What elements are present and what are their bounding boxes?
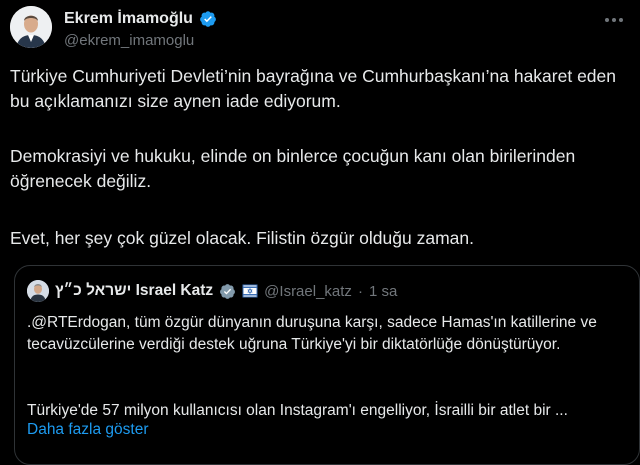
israel-flag-icon bbox=[242, 284, 258, 298]
tweet-header: Ekrem İmamoğlu @ekrem_imamoglu bbox=[10, 6, 630, 52]
quoted-tweet[interactable]: ישראל כ״ץ Israel Katz @Israel_katz · 1 s… bbox=[14, 265, 640, 465]
verified-badge-icon bbox=[200, 11, 216, 27]
gray-verified-badge-icon bbox=[220, 283, 236, 299]
tweet-paragraph: Evet, her şey çok güzel olacak. Filistin… bbox=[10, 228, 474, 248]
show-more-link[interactable]: Daha fazla göster bbox=[27, 421, 149, 439]
quoted-paragraph: Türkiye'de 57 milyon kullanıcısı olan In… bbox=[27, 402, 568, 419]
author-avatar[interactable] bbox=[10, 6, 52, 48]
more-options-icon[interactable] bbox=[602, 12, 626, 28]
quoted-author-avatar[interactable] bbox=[27, 280, 49, 302]
tweet-paragraph: Türkiye Cumhuriyeti Devleti’nin bayrağın… bbox=[10, 66, 617, 111]
quoted-timestamp[interactable]: 1 sa bbox=[369, 283, 397, 300]
quoted-tweet-body: .@RTErdogan, tüm özgür dünyanın duruşuna… bbox=[27, 312, 627, 419]
tweet-paragraph: Demokrasiyi ve hukuku, elinde on binlerc… bbox=[10, 146, 576, 191]
author-handle[interactable]: @ekrem_imamoglu bbox=[64, 32, 194, 49]
quoted-paragraph: .@RTErdogan, tüm özgür dünyanın duruşuna… bbox=[27, 314, 597, 353]
quoted-author-handle[interactable]: @Israel_katz bbox=[264, 283, 352, 300]
quoted-author-name[interactable]: ישראל כ״ץ Israel Katz bbox=[55, 282, 213, 300]
author-name[interactable]: Ekrem İmamoğlu bbox=[64, 10, 193, 28]
quoted-tweet-header: ישראל כ״ץ Israel Katz @Israel_katz · 1 s… bbox=[27, 280, 397, 302]
separator-dot: · bbox=[357, 282, 363, 300]
